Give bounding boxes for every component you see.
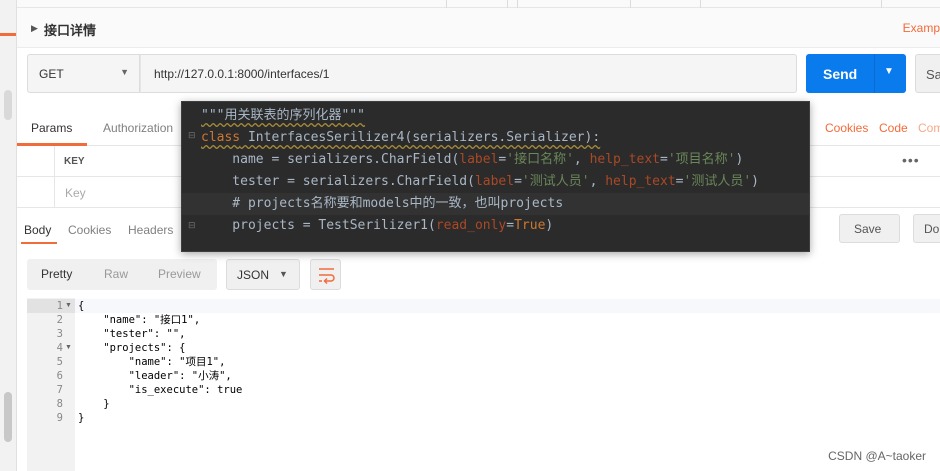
more-options-icon[interactable]: ••• xyxy=(902,152,920,168)
request-tab-strip[interactable] xyxy=(17,0,940,8)
line-number: 6 xyxy=(56,370,63,382)
tab-params[interactable]: Params xyxy=(31,121,72,135)
tab-response-headers[interactable]: Headers xyxy=(128,223,173,237)
watermark: CSDN @A~taoker xyxy=(828,449,926,463)
send-options-chevron-icon[interactable]: ▼ xyxy=(884,66,894,77)
code-link[interactable]: Code xyxy=(879,121,908,135)
line-number: 4 xyxy=(56,342,63,354)
fold-toggle-icon[interactable]: ▼ xyxy=(65,341,72,355)
method-value: GET xyxy=(39,67,64,81)
request-name[interactable]: 接口详情 xyxy=(44,20,96,39)
view-preview[interactable]: Preview xyxy=(158,267,201,281)
chevron-down-icon: ▼ xyxy=(279,269,288,279)
tab-response-cookies[interactable]: Cookies xyxy=(68,223,111,237)
sidebar-scroll-track xyxy=(4,90,12,120)
code-line: "is_execute": true xyxy=(78,384,243,396)
comments-link[interactable]: Com xyxy=(918,121,940,135)
language-value: JSON xyxy=(237,268,270,282)
active-indicator xyxy=(0,33,16,36)
fold-marker-icon: ⊟ xyxy=(188,130,196,140)
view-raw[interactable]: Raw xyxy=(104,267,128,281)
code-line: "leader": "小涛", xyxy=(78,370,232,382)
request-title-row: ▶ 接口详情 Examp xyxy=(17,8,940,48)
projects-field-line: projects = TestSerilizer1(read_only=True… xyxy=(201,218,554,233)
save-response-label: Save xyxy=(854,222,882,236)
send-button[interactable]: Send ▼ xyxy=(806,54,906,93)
line-number: 3 xyxy=(56,328,63,340)
chevron-down-icon: ▼ xyxy=(120,67,129,77)
download-button[interactable]: Do xyxy=(913,214,940,243)
code-line: "name": "项目1", xyxy=(78,356,226,368)
fold-marker-icon: ⊟ xyxy=(188,220,196,230)
class-def-line: class InterfacesSerilizer4(serializers.S… xyxy=(201,130,601,145)
tester-field-line: tester = serializers.CharField(label='测试… xyxy=(201,174,759,189)
key-input[interactable]: Key xyxy=(65,186,86,200)
send-label: Send xyxy=(823,66,858,82)
url-input[interactable]: http://127.0.0.1:8000/interfaces/1 xyxy=(140,54,797,93)
comment-line: # projects名称要和models中的一致，也叫projects xyxy=(201,196,564,211)
left-sidebar-strip xyxy=(0,0,17,471)
save-label: Sa xyxy=(926,67,940,82)
sidebar-scrollbar[interactable] xyxy=(4,392,12,442)
save-response-button[interactable]: Save xyxy=(839,214,900,243)
line-number: 7 xyxy=(56,384,63,396)
code-line: "name": "接口1", xyxy=(78,314,201,326)
download-label: Do xyxy=(924,222,940,236)
view-mode-group: Pretty Raw Preview xyxy=(27,259,217,290)
examples-link[interactable]: Examp xyxy=(903,21,940,35)
line-number: 2 xyxy=(56,314,63,326)
send-divider xyxy=(874,54,875,93)
language-select[interactable]: JSON ▼ xyxy=(226,259,300,290)
wrap-lines-icon xyxy=(319,268,335,285)
ide-code-snippet: ⊟ ⊟ """用关联表的序列化器""" class InterfacesSeri… xyxy=(181,101,810,252)
line-number: 9 xyxy=(56,412,63,424)
url-value: http://127.0.0.1:8000/interfaces/1 xyxy=(154,67,330,81)
fold-toggle-icon[interactable]: ▼ xyxy=(65,299,72,313)
code-line: "tester": "", xyxy=(78,328,186,340)
row-checkbox-cell[interactable] xyxy=(17,177,55,208)
tab-authorization[interactable]: Authorization xyxy=(103,121,173,135)
line-number: 8 xyxy=(56,398,63,410)
tab-body[interactable]: Body xyxy=(24,223,51,237)
code-line: { xyxy=(78,300,85,312)
method-select[interactable]: GET ▼ xyxy=(27,54,140,93)
docstring-line: """用关联表的序列化器""" xyxy=(201,108,365,123)
key-column-header: KEY xyxy=(64,156,85,167)
wrap-lines-button[interactable] xyxy=(310,259,341,290)
active-tab-underline xyxy=(21,242,57,244)
line-number-gutter: 1 2 3 4 5 6 7 8 9 ▼ ▼ xyxy=(27,298,75,471)
code-line: "projects": { xyxy=(78,342,186,354)
view-pretty[interactable]: Pretty xyxy=(41,267,72,281)
line-number: 5 xyxy=(56,356,63,368)
save-button[interactable]: Sa xyxy=(915,54,940,93)
cookies-link[interactable]: Cookies xyxy=(825,121,868,135)
code-line: } xyxy=(78,412,85,424)
name-field-line: name = serializers.CharField(label='接口名称… xyxy=(201,152,744,167)
collapse-caret-icon[interactable]: ▶ xyxy=(31,23,38,34)
code-line: } xyxy=(78,398,110,410)
active-line-highlight xyxy=(75,299,940,313)
header-checkbox-cell xyxy=(17,146,55,177)
line-number: 1 xyxy=(56,300,63,312)
